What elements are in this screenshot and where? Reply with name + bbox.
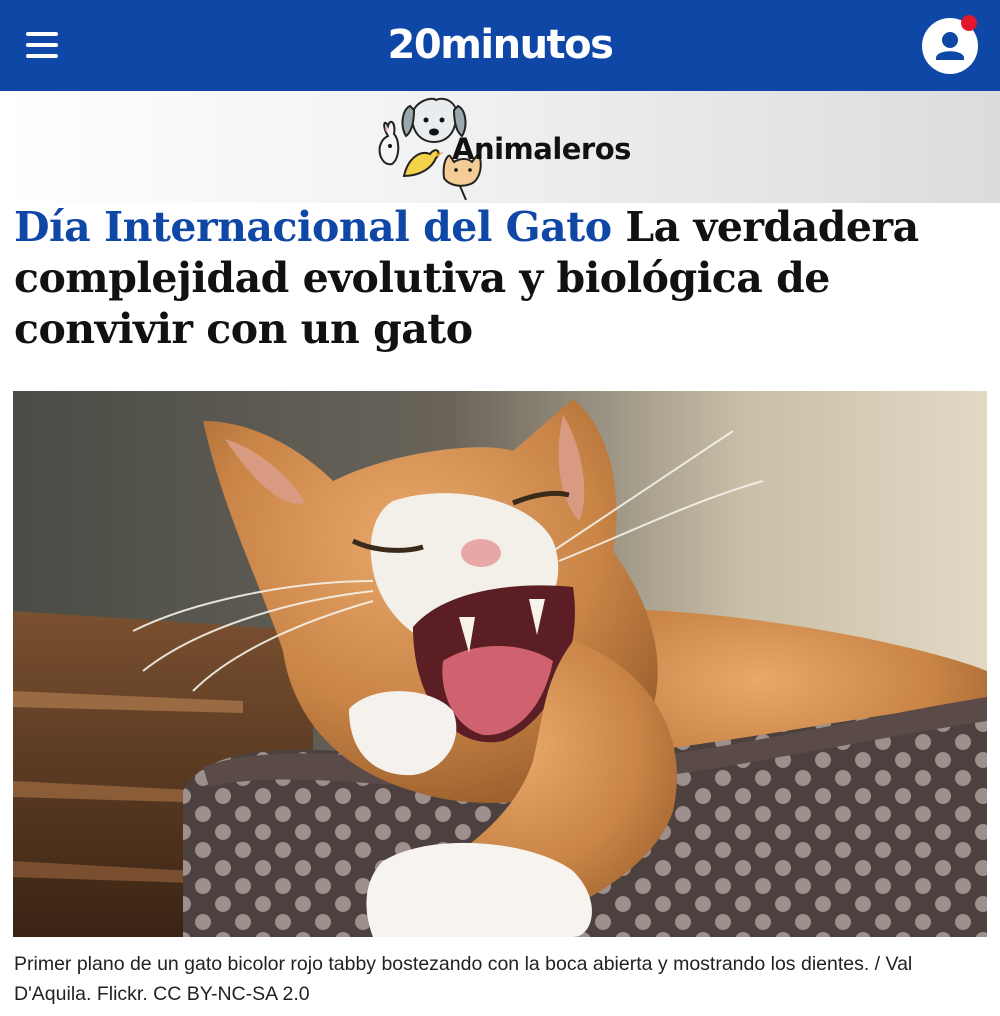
notification-badge xyxy=(961,15,977,31)
section-logo-animaleros[interactable]: Animaleros xyxy=(374,96,634,201)
top-navigation-bar: 20minutos xyxy=(0,0,1000,91)
menu-line xyxy=(26,32,58,36)
site-logo[interactable]: 20minutos xyxy=(388,22,614,68)
hero-image xyxy=(13,391,987,937)
image-caption: Primer plano de un gato bicolor rojo tab… xyxy=(14,953,913,1005)
article-headline: Día Internacional del Gato La verdadera … xyxy=(14,202,974,355)
menu-line xyxy=(26,54,58,58)
menu-line xyxy=(26,43,58,47)
site-logo-container: 20minutos xyxy=(0,0,1000,91)
hamburger-icon[interactable] xyxy=(26,32,58,58)
article-kicker[interactable]: Día Internacional del Gato xyxy=(14,203,612,251)
yawning-cat-photo xyxy=(13,391,987,937)
section-logo-text: Animaleros xyxy=(452,132,631,166)
